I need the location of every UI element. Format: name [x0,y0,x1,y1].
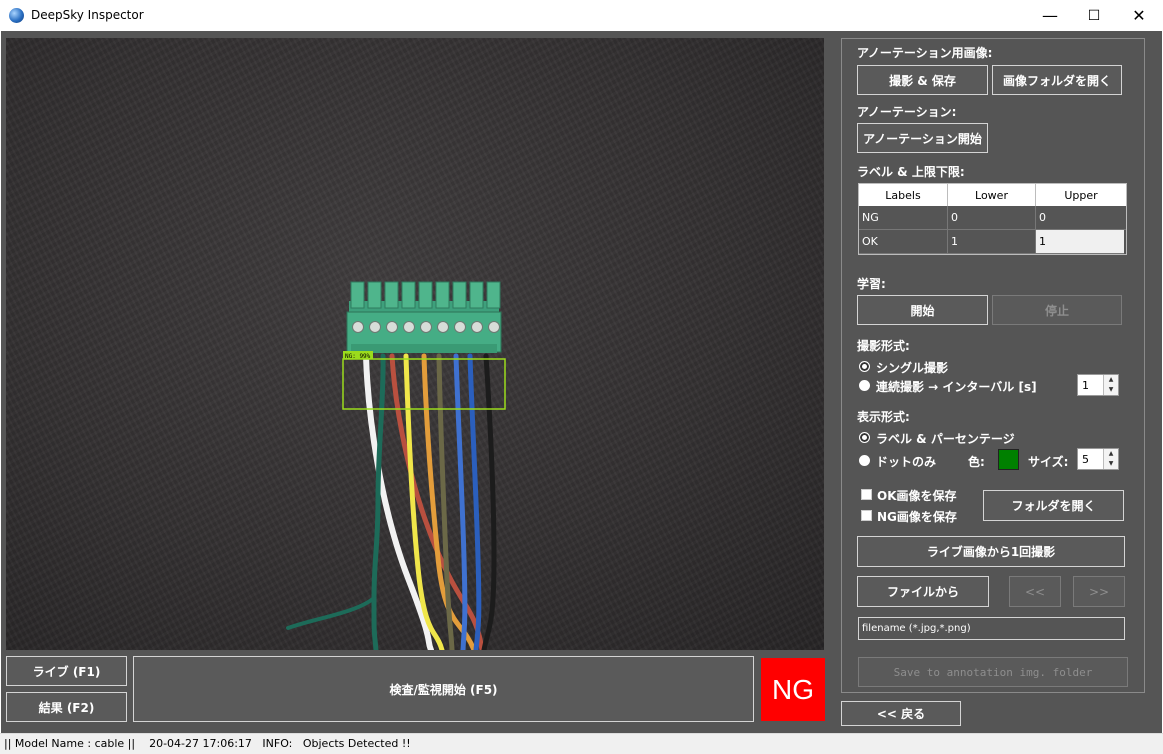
table-cell[interactable]: 1 [948,230,1036,254]
annotation-heading: アノーテーション: [857,105,957,119]
close-button[interactable]: ✕ [1116,0,1162,31]
single-capture-label: シングル撮影 [876,361,949,375]
table-header: Lower [948,184,1036,206]
table-cell[interactable]: 0 [1036,206,1126,230]
open-folder-button[interactable]: フォルダを開く [983,490,1124,521]
table-cell[interactable]: NG [859,206,948,230]
label-percentage-label: ラベル & パーセンテージ [876,432,1015,446]
interval-value: 1 [1082,378,1089,392]
size-label: サイズ: [1028,455,1069,469]
display-mode-heading: 表示形式: [857,410,910,424]
labels-table: Labels Lower Upper NG 0 0 OK 1 1 [858,183,1127,255]
capture-save-button[interactable]: 撮影 & 保存 [857,65,988,95]
single-capture-radio[interactable] [859,361,870,372]
size-stepper[interactable]: 5 ▲ ▼ [1077,448,1119,470]
detection-label: NG: 99% [345,353,371,360]
continuous-capture-label: 連続撮影 → インターバル [s] [876,380,1037,394]
table-header: Labels [859,184,948,206]
table-header: Upper [1036,184,1126,206]
camera-view: NG: 99% [6,38,824,650]
save-ok-images-checkbox[interactable] [861,489,872,500]
capture-mode-heading: 撮影形式: [857,339,910,353]
dot-only-radio[interactable] [859,455,870,466]
title-bar [0,0,1163,31]
stepper-down-icon[interactable]: ▼ [1104,459,1118,469]
save-to-annotation-folder-button[interactable]: Save to annotation img. folder [858,657,1128,687]
status-text: || Model Name : cable || 20-04-27 17:06:… [4,737,411,750]
table-cell[interactable]: OK [859,230,948,254]
minimize-button[interactable]: — [1027,0,1073,31]
next-image-button[interactable]: >> [1073,576,1125,607]
interval-stepper[interactable]: 1 ▲ ▼ [1077,374,1119,396]
dot-color-swatch[interactable] [998,449,1019,470]
dot-only-label: ドットのみ [876,455,937,469]
table-cell-selected[interactable]: 1 [1036,230,1124,254]
stepper-down-icon[interactable]: ▼ [1104,385,1118,395]
terminal-block [346,281,502,353]
back-button[interactable]: << 戻る [841,701,961,726]
inspect-start-button[interactable]: 検査/監視開始 (F5) [133,656,754,722]
cable-connector-image: NG: 99% [286,281,506,650]
labels-heading: ラベル & 上限下限: [857,165,965,179]
train-start-button[interactable]: 開始 [857,295,988,325]
maximize-button[interactable]: ☐ [1071,0,1117,31]
result-indicator: NG [761,658,825,721]
filename-field[interactable]: filename (*.jpg,*.png) [858,617,1125,640]
color-label: 色: [968,455,985,469]
capture-once-from-live-button[interactable]: ライブ画像から1回撮影 [857,536,1125,567]
stepper-up-icon[interactable]: ▲ [1104,375,1118,385]
save-ng-images-label: NG画像を保存 [877,510,957,524]
prev-image-button[interactable]: << [1009,576,1061,607]
training-heading: 学習: [857,277,886,291]
wires [286,353,497,650]
stepper-up-icon[interactable]: ▲ [1104,449,1118,459]
table-cell[interactable]: 0 [948,206,1036,230]
label-percentage-radio[interactable] [859,432,870,443]
annotation-image-heading: アノーテーション用画像: [857,46,993,60]
result-button[interactable]: 結果 (F2) [6,692,127,722]
open-image-folder-button[interactable]: 画像フォルダを開く [992,65,1122,95]
from-file-button[interactable]: ファイルから [857,576,989,607]
app-globe-icon [9,8,24,23]
save-ok-images-label: OK画像を保存 [877,489,957,503]
save-ng-images-checkbox[interactable] [861,510,872,521]
live-button[interactable]: ライブ (F1) [6,656,127,686]
train-stop-button[interactable]: 停止 [992,295,1122,325]
continuous-capture-radio[interactable] [859,380,870,391]
size-value: 5 [1082,452,1089,466]
start-annotation-button[interactable]: アノーテーション開始 [857,123,988,153]
window-title: DeepSky Inspector [31,8,144,22]
